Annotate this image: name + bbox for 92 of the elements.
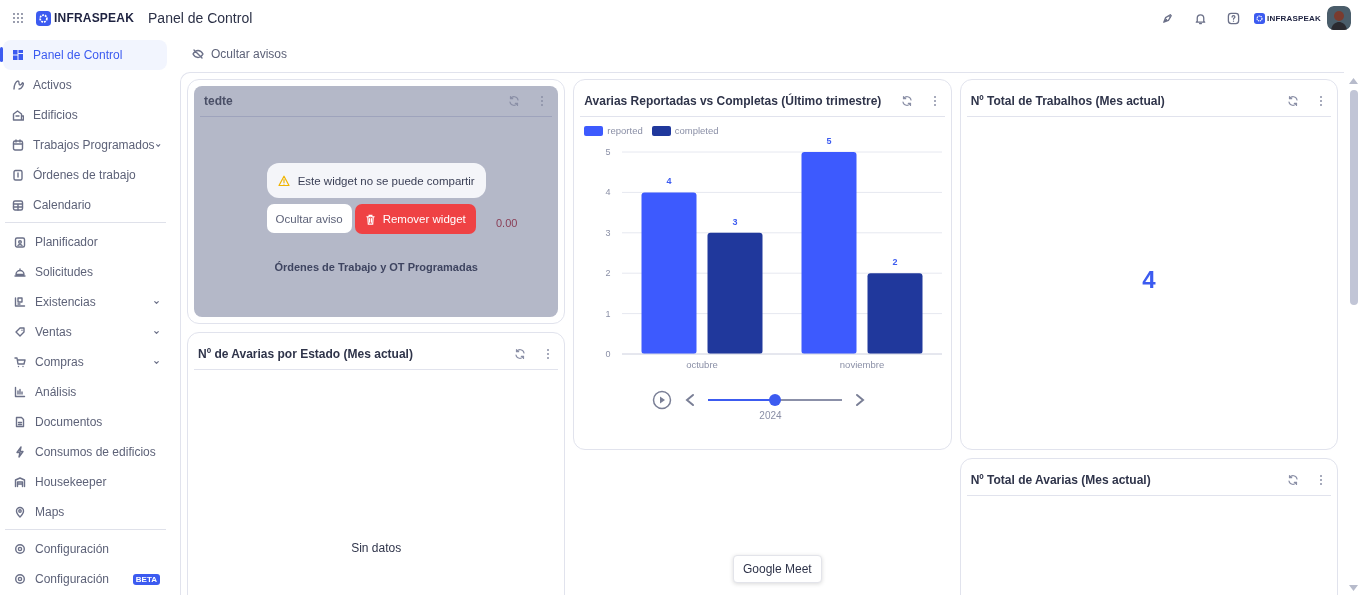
sidebar-item[interactable]: Panel de Control <box>3 40 167 70</box>
refresh-icon[interactable] <box>1287 95 1299 107</box>
widget-title: Avarias Reportadas vs Completas (Último trimestre) <box>584 94 883 108</box>
scroll-up-icon[interactable] <box>1349 78 1358 84</box>
contact-card-icon <box>14 236 26 248</box>
settings-icon <box>14 573 26 585</box>
axis-tick-label: 0 <box>605 349 611 359</box>
sidebar-item[interactable]: Ventas <box>5 317 166 347</box>
axis-tick-label: 1 <box>605 308 611 319</box>
bell-tray-icon <box>14 266 26 278</box>
data-label: 2 <box>892 257 898 268</box>
dashboard-icon <box>12 49 24 61</box>
apps-grid-icon[interactable] <box>12 12 24 24</box>
sidebar-item[interactable]: Solicitudes <box>5 257 166 287</box>
settings-icon <box>14 543 26 555</box>
hide-notices-button[interactable]: Ocultar avisos <box>186 47 294 61</box>
chevron-right-icon[interactable] <box>854 393 867 407</box>
rocket-icon[interactable] <box>1161 11 1174 25</box>
axis-tick-label: 3 <box>605 227 611 238</box>
legend-label: completed <box>674 125 719 136</box>
bar-chart-icon <box>14 386 26 398</box>
eye-off-icon <box>192 48 204 60</box>
refresh-icon[interactable] <box>900 95 913 107</box>
document-icon <box>14 416 26 428</box>
timeline-slider[interactable] <box>708 395 843 405</box>
widget-subtitle: Órdenes de Trabajo y OT Programadas <box>274 261 478 273</box>
hide-notice-button[interactable]: Ocultar aviso <box>266 204 352 233</box>
scrollbar-thumb[interactable] <box>1349 90 1358 305</box>
bell-icon[interactable] <box>1194 11 1207 25</box>
refresh-icon[interactable] <box>514 348 527 360</box>
sidebar-item[interactable]: Calendario <box>3 190 167 220</box>
sidebar-item[interactable]: Edificios <box>3 100 167 130</box>
cart-icon <box>14 356 26 368</box>
beta-badge: BETA <box>132 573 160 585</box>
sidebar-item[interactable]: Configuración BETA <box>5 564 166 594</box>
widget-title: Nº Total de Trabalhos (Mes actual) <box>970 94 1166 108</box>
counter-value: 4 <box>1142 266 1156 294</box>
data-label: 3 <box>732 216 738 227</box>
building-icon <box>12 109 24 121</box>
data-label: 4 <box>666 176 672 187</box>
data-label: 5 <box>826 136 832 146</box>
house-icon <box>14 476 26 488</box>
axis-category-label: noviembre <box>840 359 885 370</box>
widget-value: 0.00 <box>496 217 518 229</box>
empty-message: Sin datos <box>351 540 402 555</box>
notice-message: Este widget no se puede compartir <box>266 163 486 198</box>
gear-logo-icon <box>1254 12 1265 24</box>
squiggle-icon <box>12 79 24 91</box>
sidebar-item[interactable]: Consumos de edificios <box>5 437 166 467</box>
sidebar-item[interactable]: Compras <box>5 347 166 377</box>
account-brand-name: INFRASPEAK <box>1267 13 1321 23</box>
help-icon[interactable] <box>1227 11 1240 25</box>
play-icon[interactable] <box>652 390 673 410</box>
axis-tick-label: 4 <box>605 187 611 198</box>
sidebar-item[interactable]: Housekeeper <box>5 467 166 497</box>
chevron-left-icon[interactable] <box>684 393 697 407</box>
refresh-icon[interactable] <box>508 95 521 107</box>
axis-category-label: octubre <box>686 359 719 370</box>
timeline-year: 2024 <box>758 410 783 421</box>
avatar-icon[interactable] <box>1327 6 1351 30</box>
slider-thumb[interactable] <box>769 394 782 406</box>
boxes-icon <box>14 296 26 308</box>
sidebar-item[interactable]: Análisis <box>5 377 166 407</box>
clipboard-icon <box>12 169 24 181</box>
scroll-down-icon[interactable] <box>1349 585 1358 591</box>
map-pin-icon <box>14 506 26 518</box>
tooltip: Google Meet <box>733 555 822 583</box>
trash-icon <box>364 213 376 225</box>
warning-icon <box>277 174 290 187</box>
sidebar-item[interactable]: Planificador <box>5 227 166 257</box>
sidebar-item[interactable]: Configuración <box>5 534 166 564</box>
sidebar-item[interactable]: Documentos <box>5 407 166 437</box>
remove-widget-button[interactable]: Remover widget <box>354 204 476 234</box>
gear-logo-icon <box>36 10 51 26</box>
refresh-icon[interactable] <box>1287 474 1299 486</box>
lightning-icon <box>14 446 26 458</box>
widget-title: Nº de Avarias por Estado (Mes actual) <box>198 347 414 361</box>
sidebar-item[interactable]: Trabajos Programados <box>3 130 167 160</box>
widget-title: tedte <box>204 94 234 108</box>
sidebar-item[interactable]: Activos <box>3 70 167 100</box>
legend-label: reported <box>607 125 643 136</box>
axis-tick-label: 2 <box>605 268 611 279</box>
page-title: Panel de Control <box>148 10 253 26</box>
axis-tick-label: 5 <box>605 147 611 157</box>
sidebar-item[interactable]: Maps <box>5 497 166 527</box>
brand-name: INFRASPEAK <box>54 11 134 25</box>
calendar-icon <box>12 139 24 151</box>
sidebar-item[interactable]: Órdenes de trabajo <box>3 160 167 190</box>
widget-title: Nº Total de Avarias (Mes actual) <box>970 473 1152 487</box>
sidebar-item[interactable]: Existencias <box>5 287 166 317</box>
tag-icon <box>14 326 26 338</box>
calendar-icon <box>12 199 24 211</box>
